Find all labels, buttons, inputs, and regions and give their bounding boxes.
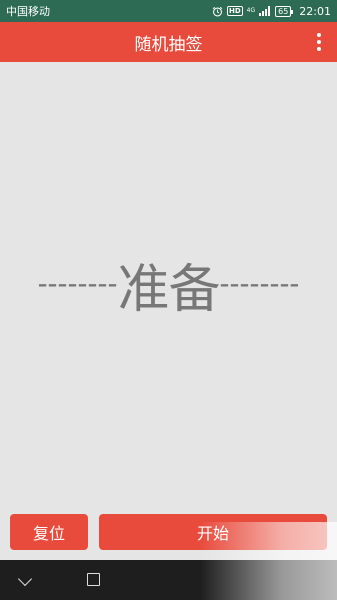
- reset-button[interactable]: 复位: [10, 514, 88, 550]
- navigation-bar: [0, 560, 337, 600]
- more-dot: [317, 40, 321, 44]
- alarm-icon: [212, 6, 223, 16]
- app-title: 随机抽签: [134, 34, 203, 55]
- start-button[interactable]: 开始: [99, 514, 327, 550]
- hd-badge: HD: [226, 6, 243, 16]
- status-bar: 中国移动 HD 4G 65 22:01: [0, 0, 337, 22]
- clock: 22:01: [299, 4, 331, 18]
- chevron-down-icon[interactable]: [17, 571, 33, 587]
- battery-indicator: 65: [275, 5, 294, 17]
- more-dot: [317, 33, 321, 37]
- carrier-name: 中国移动: [6, 5, 50, 18]
- network-type: 4G: [246, 7, 256, 14]
- more-vert-icon[interactable]: [311, 30, 327, 54]
- draw-result: -------- 准备 --------: [0, 252, 337, 320]
- signal-icon: [259, 6, 271, 16]
- right-dashes: --------: [219, 267, 300, 300]
- status-icons: HD 4G 65 22:01: [212, 5, 331, 18]
- screen: 中国移动 HD 4G 65 22:01 随机抽签 -------- 准备 ---…: [0, 0, 337, 600]
- result-text: 准备: [117, 259, 220, 320]
- more-dot: [317, 47, 321, 51]
- square-icon[interactable]: [87, 573, 100, 586]
- app-bar: 随机抽签: [0, 22, 337, 62]
- left-dashes: --------: [37, 267, 118, 300]
